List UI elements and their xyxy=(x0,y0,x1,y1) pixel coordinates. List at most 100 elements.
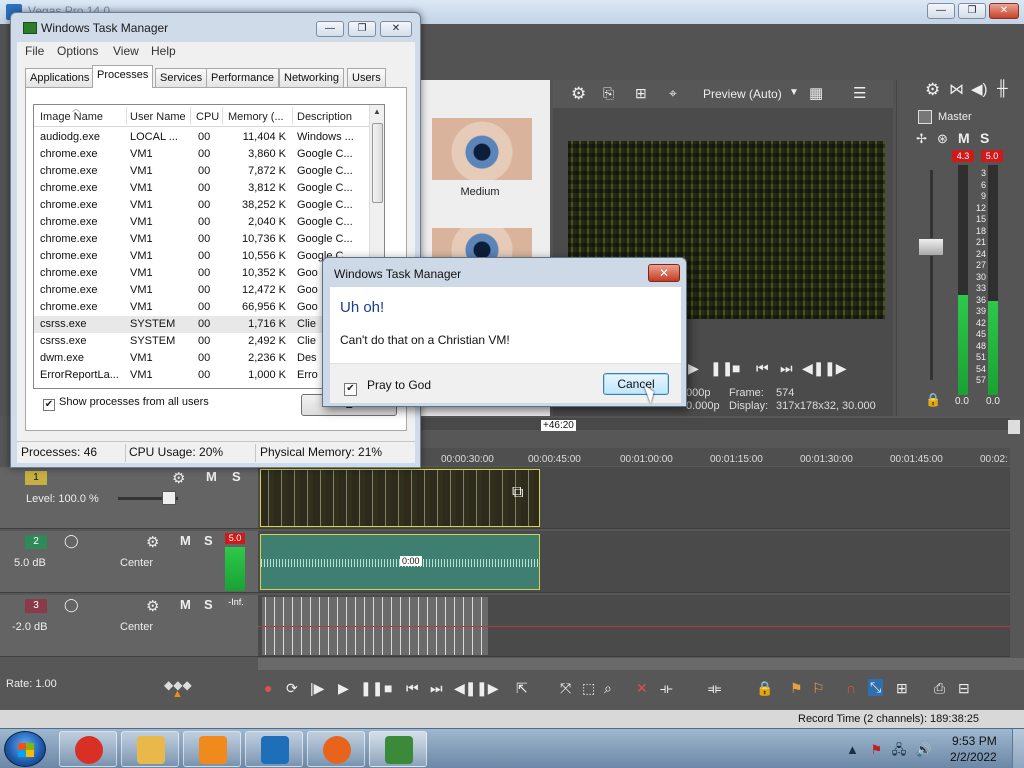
solo-button[interactable]: S xyxy=(204,597,213,612)
scrollbar-thumb[interactable] xyxy=(372,123,383,203)
gear-icon[interactable]: ⚙ xyxy=(146,533,159,551)
vegas-maximize-button[interactable]: ❐ xyxy=(958,3,986,19)
automation-icon[interactable]: ⊛ xyxy=(937,131,948,147)
lock-icon[interactable]: 🔒 xyxy=(925,392,941,408)
envelope-tool-icon[interactable]: ⤧ xyxy=(560,680,571,697)
table-row[interactable]: chrome.exe VM1 00 10,556 K Google C... xyxy=(34,248,370,265)
more-tools-icon[interactable]: ⊟ xyxy=(958,680,970,697)
crop-icon[interactable]: ⧉ xyxy=(512,484,523,502)
maximize-button[interactable]: ❐ xyxy=(348,21,376,37)
grid-icon[interactable]: ▦ xyxy=(809,84,823,102)
menu-file[interactable]: File xyxy=(25,44,44,58)
split-screen-icon[interactable]: ⊞ xyxy=(635,85,647,102)
fast-forward-icon[interactable]: ❚▶ xyxy=(824,360,847,377)
next-frame-icon[interactable]: ❚▶ xyxy=(476,680,499,697)
speaker-icon[interactable]: ◀) xyxy=(971,80,988,98)
show-all-processes-checkbox[interactable]: ✔ Show processes from all users xyxy=(43,396,209,411)
level-slider-thumb[interactable] xyxy=(162,491,176,505)
rate-slider[interactable]: ◆◆◆ ▲ xyxy=(6,678,256,700)
preview-quality-dropdown[interactable]: Preview (Auto) xyxy=(703,87,782,101)
table-row[interactable]: chrome.exe VM1 00 3,812 K Google C... xyxy=(34,180,370,197)
timeline-hscroll[interactable] xyxy=(258,658,1024,670)
go-to-end-icon[interactable]: ⏭ xyxy=(430,680,443,697)
camera-icon[interactable]: ⎙ xyxy=(934,680,945,697)
track-header-audio[interactable]: 2 5.0 dB Center ◯ ⚙ M S 5.0 xyxy=(0,531,258,593)
taskbar-app-windows-explorer[interactable] xyxy=(121,731,179,767)
cancel-button[interactable]: Cancel xyxy=(603,373,669,395)
table-row[interactable]: csrss.exe SYSTEM 00 2,492 K Clie xyxy=(34,333,370,350)
tab-applications[interactable]: Applications xyxy=(25,68,95,87)
mute-button[interactable]: M xyxy=(206,469,217,484)
previous-frame-icon[interactable]: ⏮ xyxy=(756,360,769,377)
mute-icon[interactable]: ⋈ xyxy=(949,80,964,98)
tab-performance[interactable]: Performance xyxy=(206,68,279,87)
clock-time[interactable]: 9:53 PM xyxy=(952,734,997,748)
play-from-start-icon[interactable]: |▶ xyxy=(310,680,324,697)
overlays-icon[interactable]: ⌖ xyxy=(669,85,677,102)
delete-icon[interactable]: ✕ xyxy=(636,680,648,697)
tab-services[interactable]: Services xyxy=(155,68,208,87)
table-row[interactable]: chrome.exe VM1 00 66,956 K Goo xyxy=(34,299,370,316)
selection-tool-icon[interactable]: ⬚ xyxy=(582,680,595,697)
start-button[interactable] xyxy=(4,731,46,767)
track-header-audio[interactable]: 3 -2.0 dB Center ◯ ⚙ M S -Inf. xyxy=(0,595,258,657)
gear-icon[interactable]: ⚙ xyxy=(925,80,940,100)
table-row[interactable]: chrome.exe VM1 00 10,352 K Goo xyxy=(34,265,370,282)
show-hidden-icons-icon[interactable]: ▲ xyxy=(846,742,859,757)
column-cpu[interactable]: CPU xyxy=(196,111,219,123)
show-desktop-button[interactable] xyxy=(1012,729,1024,768)
table-row[interactable]: chrome.exe VM1 00 12,472 K Goo xyxy=(34,282,370,299)
trim-icon[interactable]: ⟛ xyxy=(660,680,673,697)
table-row[interactable]: audiodg.exe LOCAL ... 00 11,404 K Windows ..… xyxy=(34,129,370,146)
table-row[interactable]: ErrorReportLa... VM1 00 1,000 K Erro xyxy=(34,367,370,384)
mute-button[interactable]: M xyxy=(180,533,191,548)
pause-icon[interactable]: ❚❚ xyxy=(710,360,733,377)
scroll-up-icon[interactable]: ▲ xyxy=(373,107,381,116)
pray-to-god-checkbox[interactable]: ✔ Pray to God xyxy=(344,378,431,396)
vegas-minimize-button[interactable]: — xyxy=(927,3,955,19)
solo-button[interactable]: S xyxy=(232,469,241,484)
region-icon[interactable]: ⚐ xyxy=(812,680,825,697)
table-row[interactable]: dwm.exe VM1 00 2,236 K Des xyxy=(34,350,370,367)
dialog-close-button[interactable]: ✕ xyxy=(648,264,680,282)
taskbar-app-firefox[interactable] xyxy=(307,731,365,767)
go-to-start-icon[interactable]: ⏮ xyxy=(406,680,419,697)
close-button[interactable]: ✕ xyxy=(380,21,412,37)
column-memory[interactable]: Memory (... xyxy=(228,111,284,123)
fx-preset-thumbnail[interactable] xyxy=(432,118,532,180)
play-icon[interactable]: ▶ xyxy=(688,360,699,377)
lock-icon[interactable]: 🔒 xyxy=(756,680,773,697)
gear-icon[interactable]: ⚙ xyxy=(571,84,586,104)
marker-icon[interactable] xyxy=(1008,420,1020,434)
master-fader[interactable] xyxy=(918,238,944,256)
table-row[interactable]: chrome.exe VM1 00 10,736 K Google C... xyxy=(34,231,370,248)
table-row[interactable]: chrome.exe VM1 00 2,040 K Google C... xyxy=(34,214,370,231)
track-header-video[interactable]: 1 Level: 100.0 % ⚙ M S xyxy=(0,467,258,529)
previous-frame-icon[interactable]: ◀❚ xyxy=(454,680,477,697)
auto-ripple-icon[interactable]: ⤡ xyxy=(868,679,884,696)
network-icon[interactable]: 🖧 xyxy=(892,742,907,757)
tab-networking[interactable]: Networking xyxy=(279,68,345,87)
event-fx-icon[interactable]: ⊞ xyxy=(896,680,908,697)
play-icon[interactable]: ▶ xyxy=(338,680,349,697)
next-frame-icon[interactable]: ⏭ xyxy=(780,360,793,377)
fx-icon[interactable]: ✢ xyxy=(916,131,927,147)
column-image-name[interactable]: Image Name xyxy=(40,111,103,123)
record-arm-icon[interactable]: ◯ xyxy=(64,533,79,549)
table-row[interactable]: chrome.exe VM1 00 38,252 K Google C... xyxy=(34,197,370,214)
taskbar-app-chrome[interactable] xyxy=(59,731,117,767)
menu-options[interactable]: Options xyxy=(57,44,98,58)
table-row[interactable]: csrss.exe SYSTEM 00 1,716 K Clie xyxy=(34,316,370,333)
mute-button[interactable]: M xyxy=(180,597,191,612)
mixer-icon[interactable]: ╫ xyxy=(997,80,1008,97)
pause-icon[interactable]: ❚❚ xyxy=(360,680,383,697)
vegas-close-button[interactable]: ✕ xyxy=(989,3,1019,19)
action-center-icon[interactable]: ⚑ xyxy=(871,742,883,757)
tab-processes[interactable]: Processes xyxy=(92,65,154,88)
column-user-name[interactable]: User Name xyxy=(130,111,186,123)
table-row[interactable]: chrome.exe VM1 00 7,872 K Google C... xyxy=(34,163,370,180)
minimize-button[interactable]: — xyxy=(316,21,344,37)
taskbar-app-task-manager[interactable] xyxy=(369,731,427,767)
menu-help[interactable]: Help xyxy=(151,44,176,58)
record-icon[interactable]: ● xyxy=(264,680,272,696)
